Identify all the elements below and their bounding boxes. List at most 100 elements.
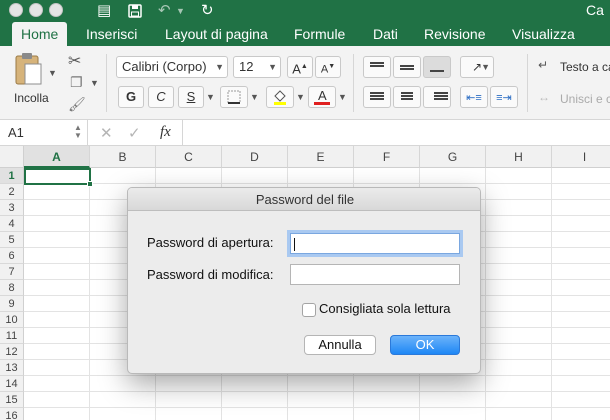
sidebar-icon[interactable]: ▤ xyxy=(97,1,111,21)
increase-indent-button[interactable]: ≡⇥ xyxy=(490,86,518,108)
row-header-9[interactable]: 9 xyxy=(0,296,24,312)
fill-color-button[interactable] xyxy=(266,86,294,108)
column-header-f[interactable]: F xyxy=(354,146,420,168)
row-header-11[interactable]: 11 xyxy=(0,328,24,344)
dialog-title: Password del file xyxy=(128,188,480,211)
decrease-indent-button[interactable]: ⇤≡ xyxy=(460,86,488,108)
column-header-g[interactable]: G xyxy=(420,146,486,168)
row-header-16[interactable]: 16 xyxy=(0,408,24,420)
open-password-label: Password di apertura: xyxy=(147,235,274,250)
readonly-label[interactable]: Consigliata sola lettura xyxy=(319,301,451,316)
name-box[interactable]: A1 ▲ ▼ xyxy=(0,120,88,146)
formula-bar: A1 ▲ ▼ ✕ ✓ fx xyxy=(0,120,610,146)
ok-button[interactable]: OK xyxy=(390,335,460,355)
bold-button[interactable]: G xyxy=(118,86,144,108)
increase-font-size-button[interactable]: A▲ xyxy=(287,56,313,78)
row-header-15[interactable]: 15 xyxy=(0,392,24,408)
row-header-2[interactable]: 2 xyxy=(0,184,24,200)
select-all-corner[interactable] xyxy=(0,146,24,168)
ribbon-separator xyxy=(527,54,528,112)
align-center-button[interactable] xyxy=(393,86,421,108)
tab-page-layout[interactable]: Layout di pagina xyxy=(165,22,268,46)
borders-button[interactable] xyxy=(220,86,248,108)
tab-review[interactable]: Revisione xyxy=(424,22,485,46)
decrease-font-size-button[interactable]: A▼ xyxy=(315,56,341,78)
borders-dropdown-icon[interactable]: ▼ xyxy=(250,92,259,102)
align-top-button[interactable] xyxy=(363,56,391,78)
row-header-8[interactable]: 8 xyxy=(0,280,24,296)
tab-view[interactable]: Visualizza xyxy=(512,22,575,46)
tab-insert[interactable]: Inserisci xyxy=(86,22,137,46)
zoom-window-button[interactable] xyxy=(49,3,63,17)
active-cell-a1[interactable] xyxy=(24,168,91,185)
cancel-button[interactable]: Annulla xyxy=(304,335,376,355)
save-icon[interactable] xyxy=(128,1,142,24)
align-middle-button[interactable] xyxy=(393,56,421,78)
row-header-4[interactable]: 4 xyxy=(0,216,24,232)
ribbon-separator xyxy=(106,54,107,112)
underline-dropdown-icon[interactable]: ▼ xyxy=(206,92,215,102)
text-cursor xyxy=(294,238,295,251)
column-header-e[interactable]: E xyxy=(288,146,354,168)
redo-icon[interactable]: ↻ xyxy=(201,1,214,21)
column-header-a[interactable]: A xyxy=(24,146,90,168)
column-header-h[interactable]: H xyxy=(486,146,552,168)
wrap-text-button[interactable]: Testo a ca xyxy=(560,60,610,74)
orientation-button[interactable]: ↗ ▼ xyxy=(460,56,494,78)
row-header-10[interactable]: 10 xyxy=(0,312,24,328)
column-header-i[interactable]: I xyxy=(552,146,610,168)
row-header-1[interactable]: 1 xyxy=(0,168,24,184)
row-header-12[interactable]: 12 xyxy=(0,344,24,360)
align-right-button[interactable] xyxy=(423,86,451,108)
readonly-checkbox[interactable] xyxy=(302,303,316,317)
font-size-select[interactable]: 12 ▼ xyxy=(233,56,281,78)
underline-button[interactable]: S xyxy=(178,86,204,108)
align-left-button[interactable] xyxy=(363,86,391,108)
column-header-c[interactable]: C xyxy=(156,146,222,168)
chevron-down-icon: ▼ xyxy=(215,62,224,72)
paste-icon[interactable] xyxy=(13,52,43,89)
font-color-button[interactable]: A xyxy=(308,86,336,108)
tab-home[interactable]: Home xyxy=(12,22,68,46)
merge-cells-icon: ↔ xyxy=(538,90,550,104)
column-header-d[interactable]: D xyxy=(222,146,288,168)
confirm-entry-icon: ✓ xyxy=(128,125,141,142)
row-header-7[interactable]: 7 xyxy=(0,264,24,280)
modify-password-label: Password di modifica: xyxy=(147,267,274,282)
undo-dropdown-icon[interactable]: ▼ xyxy=(176,1,185,21)
name-box-value: A1 xyxy=(8,125,24,140)
undo-icon[interactable]: ↶ xyxy=(158,1,171,21)
insert-function-icon[interactable]: fx xyxy=(160,124,171,141)
name-box-stepper-icon[interactable]: ▲ ▼ xyxy=(74,124,82,140)
fill-color-dropdown-icon[interactable]: ▼ xyxy=(296,92,305,102)
modify-password-field[interactable] xyxy=(290,264,460,285)
tab-formulas[interactable]: Formule xyxy=(294,22,345,46)
row-header-6[interactable]: 6 xyxy=(0,248,24,264)
align-bottom-button[interactable] xyxy=(423,56,451,78)
close-window-button[interactable] xyxy=(9,3,23,17)
font-name-value: Calibri (Corpo) xyxy=(122,59,207,74)
minimize-window-button[interactable] xyxy=(29,3,43,17)
column-header-b[interactable]: B xyxy=(90,146,156,168)
cancel-entry-icon: ✕ xyxy=(100,125,113,142)
ribbon: ▼ Incolla ✂ ❐ ▼ 🖌 Calibri (Corpo) ▼ 12 ▼… xyxy=(0,46,610,120)
row-header-14[interactable]: 14 xyxy=(0,376,24,392)
ribbon-separator xyxy=(353,54,354,112)
font-color-dropdown-icon[interactable]: ▼ xyxy=(338,92,347,102)
row-header-5[interactable]: 5 xyxy=(0,232,24,248)
tab-data[interactable]: Dati xyxy=(373,22,398,46)
formula-input[interactable] xyxy=(186,123,606,143)
italic-button[interactable]: C xyxy=(148,86,174,108)
title-bar: ▤ ↶ ▼ ↻ Ca xyxy=(0,0,610,22)
fill-handle[interactable] xyxy=(87,181,93,187)
format-painter-icon[interactable]: 🖌 xyxy=(68,96,86,113)
row-header-13[interactable]: 13 xyxy=(0,360,24,376)
copy-dropdown-icon[interactable]: ▼ xyxy=(90,78,99,88)
copy-icon[interactable]: ❐ xyxy=(70,74,83,91)
row-header-3[interactable]: 3 xyxy=(0,200,24,216)
paste-dropdown-icon[interactable]: ▼ xyxy=(48,68,57,78)
font-name-select[interactable]: Calibri (Corpo) ▼ xyxy=(116,56,228,78)
cut-icon[interactable]: ✂ xyxy=(68,51,81,71)
open-password-field[interactable] xyxy=(290,233,460,254)
wrap-text-icon[interactable]: ↵ xyxy=(538,58,548,72)
